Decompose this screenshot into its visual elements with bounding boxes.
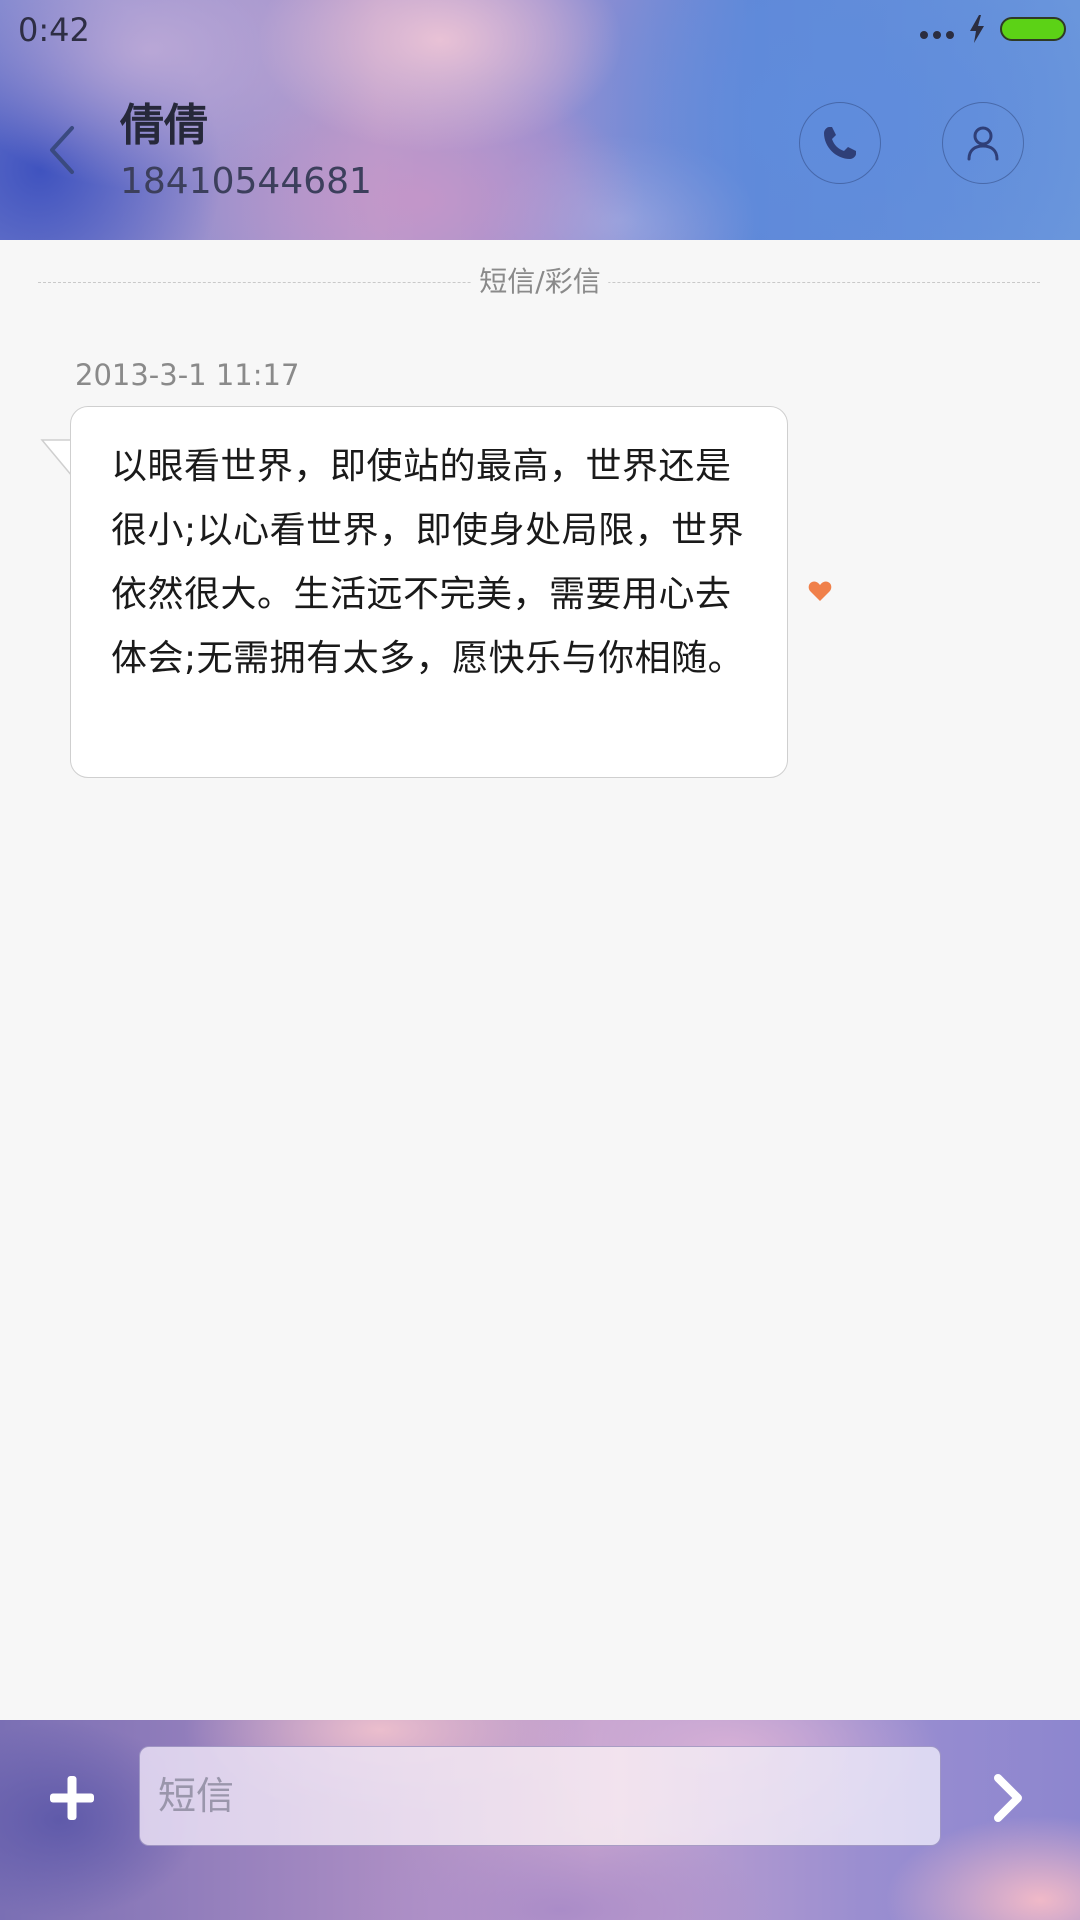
message-bubble[interactable]: 以眼看世界，即使站的最高，世界还是很小;以心看世界，即使身处局限，世界依然很大。… <box>70 406 788 778</box>
chevron-right-icon <box>994 1774 1022 1822</box>
battery-icon <box>1000 17 1066 41</box>
charging-icon <box>970 15 984 43</box>
person-icon <box>967 126 999 161</box>
message-item[interactable]: 以眼看世界，即使站的最高，世界还是很小;以心看世界，即使身处局限，世界依然很大。… <box>40 406 800 780</box>
contact-number: 18410544681 <box>120 161 372 202</box>
contact-name: 倩倩 <box>120 100 208 151</box>
contact-info-button[interactable] <box>942 102 1024 184</box>
sms-conversation-screen: 0:42 倩倩 18410544681 短信/彩信 2013-3-1 11:17… <box>0 0 1080 1920</box>
status-icons <box>920 14 1066 44</box>
conversation-header: 0:42 倩倩 18410544681 <box>0 0 1080 240</box>
back-button[interactable] <box>44 120 84 180</box>
message-timestamp: 2013-3-1 11:17 <box>75 358 300 392</box>
attach-button[interactable] <box>48 1774 96 1822</box>
status-time: 0:42 <box>18 11 90 49</box>
call-button[interactable] <box>799 102 881 184</box>
message-text: 以眼看世界，即使站的最高，世界还是很小;以心看世界，即使身处局限，世界依然很大。… <box>111 446 745 679</box>
composer-bar <box>0 1720 1080 1920</box>
phone-icon <box>824 127 856 159</box>
heart-icon[interactable] <box>808 580 832 602</box>
message-type-label: 短信/彩信 <box>471 264 609 300</box>
signal-icon <box>920 31 954 39</box>
send-button[interactable] <box>988 1772 1028 1824</box>
plus-icon <box>50 1776 94 1820</box>
message-input[interactable] <box>139 1746 941 1846</box>
chevron-left-icon <box>50 126 74 174</box>
